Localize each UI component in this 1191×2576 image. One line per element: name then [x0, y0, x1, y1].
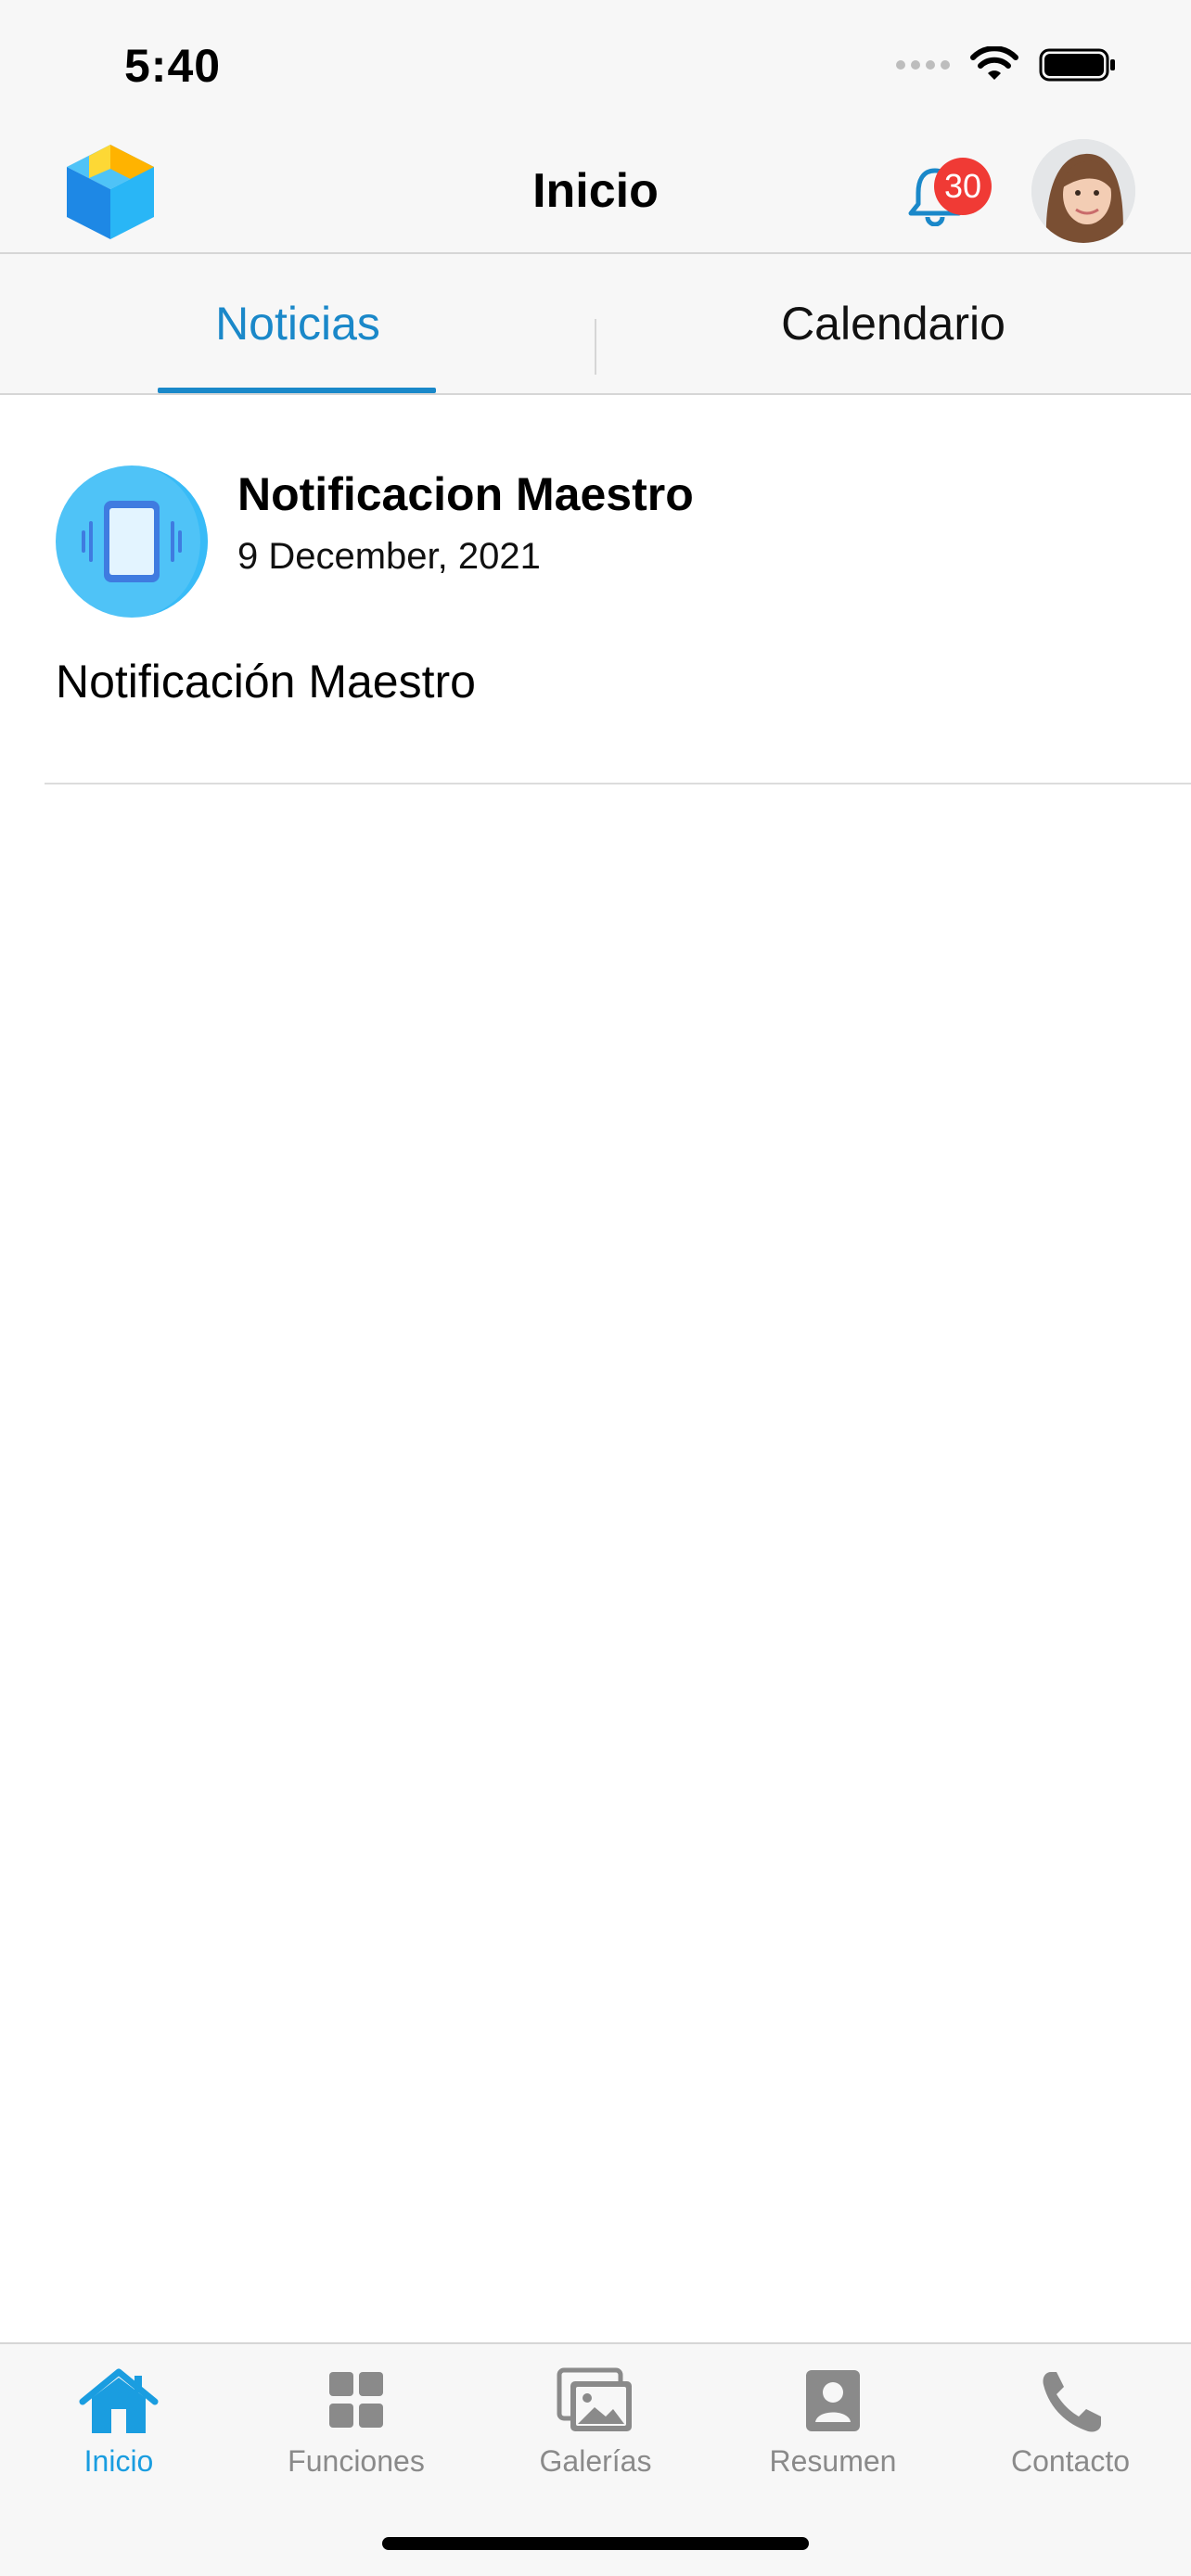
gallery-icon: [557, 2367, 632, 2431]
news-date: 9 December, 2021: [237, 536, 541, 577]
tabbar-item-resumen[interactable]: Resumen: [714, 2366, 952, 2506]
tabbar-label: Inicio: [83, 2444, 154, 2478]
active-tab-indicator: [158, 388, 436, 393]
home-icon: [79, 2368, 159, 2433]
profile-card-icon: [806, 2370, 860, 2431]
avatar-image: [1031, 139, 1135, 243]
tabbar-item-funciones[interactable]: Funciones: [237, 2366, 475, 2506]
news-body: Notificación Maestro: [56, 656, 476, 708]
notification-badge: 30: [934, 158, 992, 215]
cellular-signal-icon: [896, 60, 950, 70]
tabbar-item-galerias[interactable]: Galerías: [477, 2366, 714, 2506]
status-time: 5:40: [124, 40, 222, 92]
tabbar-item-inicio[interactable]: Inicio: [0, 2366, 237, 2506]
tabbar-label: Resumen: [769, 2444, 897, 2478]
vibrating-phone-icon: [56, 465, 208, 618]
tabbar-item-contacto[interactable]: Contacto: [952, 2366, 1189, 2506]
news-title: Notificacion Maestro: [237, 468, 694, 520]
phone-icon: [1043, 2372, 1101, 2432]
header: Inicio 30: [0, 130, 1191, 254]
divider: [45, 783, 1191, 784]
segment-tabs: Noticias Calendario: [0, 254, 1191, 395]
notifications-button[interactable]: 30: [902, 158, 992, 232]
tab-calendario[interactable]: Calendario: [596, 254, 1191, 393]
tabbar-label: Galerías: [539, 2444, 652, 2478]
home-indicator: [382, 2537, 809, 2550]
avatar[interactable]: [1031, 139, 1135, 243]
status-bar: 5:40: [0, 0, 1191, 130]
battery-icon: [1039, 48, 1115, 82]
page-title: Inicio: [532, 164, 659, 218]
tabbar-label: Contacto: [1010, 2444, 1131, 2478]
status-icons: [896, 46, 1117, 83]
wifi-icon: [970, 46, 1018, 80]
grid-icon: [329, 2372, 383, 2428]
list-item[interactable]: Notificacion Maestro 9 December, 2021 No…: [0, 395, 1191, 784]
tab-noticias[interactable]: Noticias: [0, 254, 596, 393]
news-list: Notificacion Maestro 9 December, 2021 No…: [0, 395, 1191, 2342]
tabbar-label: Funciones: [288, 2444, 425, 2478]
